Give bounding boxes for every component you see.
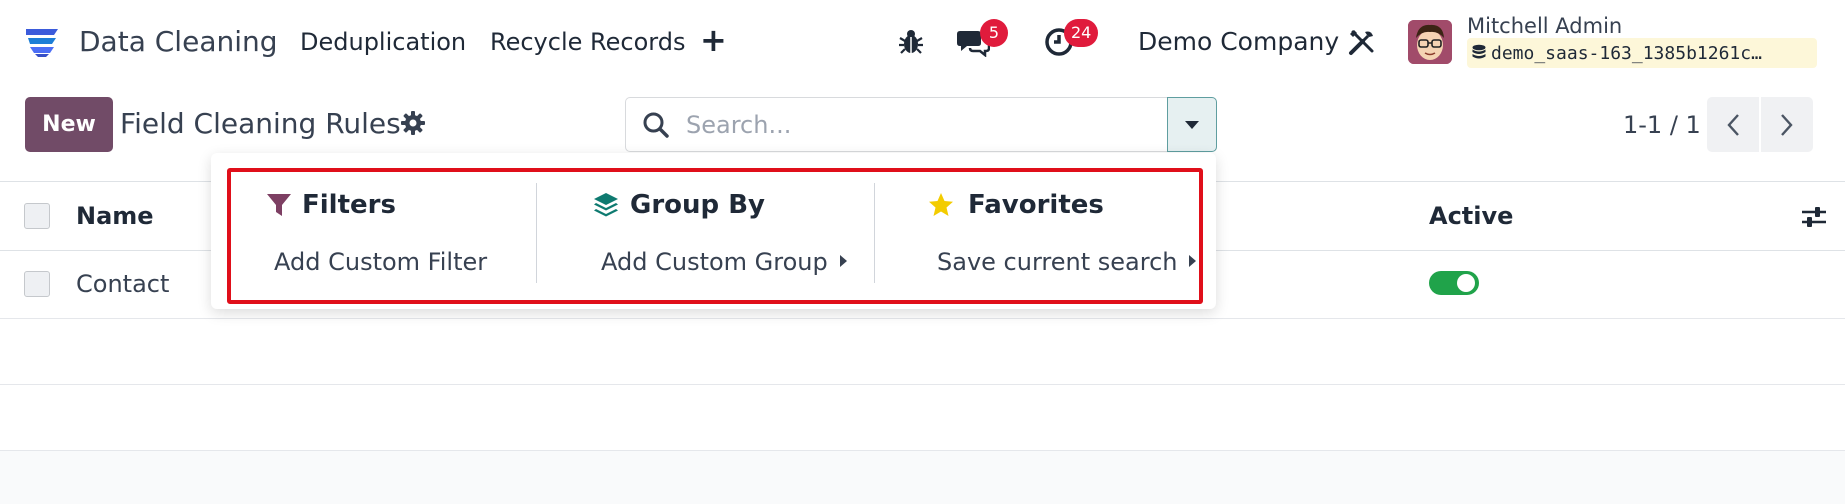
row-name-cell[interactable]: Contact — [76, 267, 169, 301]
list-empty-area — [0, 451, 1845, 504]
menu-recycle-records[interactable]: Recycle Records — [490, 24, 685, 60]
search-bar — [625, 97, 1167, 152]
optional-columns-sliders-icon[interactable] — [1800, 203, 1828, 231]
pager-value[interactable]: 1-1 / 1 — [1623, 108, 1701, 142]
data-cleaning-app-icon[interactable] — [24, 26, 60, 58]
caret-down-icon — [1185, 120, 1199, 129]
app-name[interactable]: Data Cleaning — [79, 22, 278, 62]
debug-bug-icon[interactable] — [896, 24, 926, 60]
chevron-left-icon — [1727, 113, 1739, 136]
chevron-right-icon — [1781, 113, 1793, 136]
empty-list-row — [0, 319, 1845, 385]
activities-count-badge: 24 — [1064, 19, 1099, 47]
add-menu-icon[interactable]: + — [700, 22, 727, 58]
settings-tools-icon[interactable] — [1346, 24, 1378, 60]
highlight-annotation-box — [227, 168, 1203, 304]
database-icon — [1472, 44, 1486, 59]
empty-list-row — [0, 385, 1845, 451]
database-chip: demo_saas-163_1385b1261c… — [1467, 38, 1817, 68]
select-all-checkbox[interactable] — [24, 203, 50, 229]
gear-icon[interactable] — [400, 110, 426, 136]
user-avatar[interactable] — [1408, 20, 1452, 64]
search-input[interactable] — [686, 106, 1146, 144]
search-panel-toggle[interactable] — [1167, 97, 1217, 152]
database-name: demo_saas-163_1385b1261c… — [1491, 42, 1762, 64]
messages-count-badge: 5 — [980, 19, 1008, 47]
search-icon — [643, 112, 669, 138]
pager-next-button[interactable] — [1761, 97, 1813, 152]
page-title: Field Cleaning Rules — [120, 107, 401, 140]
row-checkbox[interactable] — [24, 271, 50, 297]
user-name[interactable]: Mitchell Admin — [1467, 12, 1622, 40]
company-switcher[interactable]: Demo Company — [1138, 24, 1339, 60]
top-navbar: Data Cleaning Deduplication Recycle Reco… — [0, 0, 1845, 84]
column-header-name[interactable]: Name — [76, 199, 154, 233]
pager-previous-button[interactable] — [1707, 97, 1759, 152]
active-toggle[interactable] — [1429, 271, 1479, 295]
column-header-active[interactable]: Active — [1429, 199, 1513, 233]
menu-deduplication[interactable]: Deduplication — [300, 24, 466, 60]
new-button[interactable]: New — [25, 97, 113, 152]
